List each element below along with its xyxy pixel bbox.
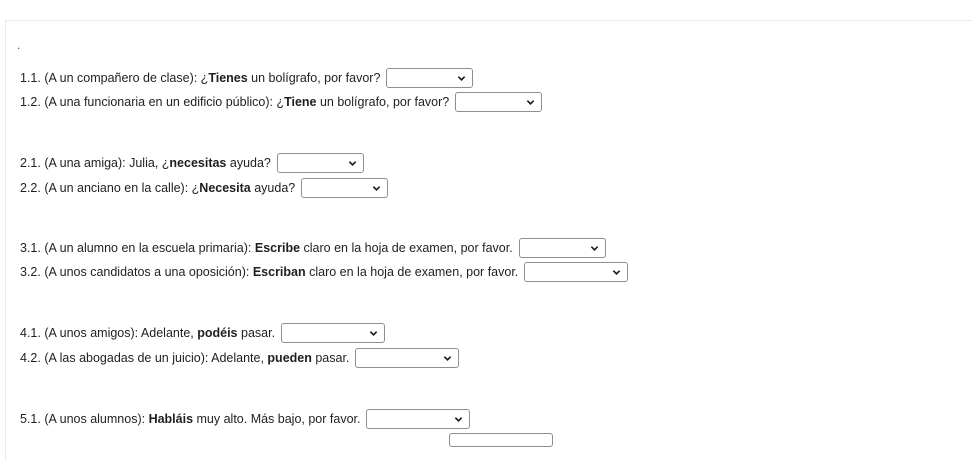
answer-select-3-2[interactable] [524,262,629,282]
question-row-1-2: 1.2. (A una funcionaria en un edificio p… [20,91,543,113]
chevron-down-icon [590,246,598,251]
question-row-3-2: 3.2. (A unos candidatos a una oposición)… [20,261,629,283]
section-marker: . [17,38,21,52]
chevron-down-icon [455,417,463,422]
question-text: 4.2. (A las abogadas de un juicio): Adel… [20,351,350,365]
chevron-down-icon [369,331,378,336]
question-text: 3.2. (A unos candidatos a una oposición)… [20,265,519,279]
question-text: 2.1. (A una amiga): Julia, ¿necesitas ay… [20,156,271,170]
answer-select-4-2[interactable] [355,348,460,368]
answer-select-1-2[interactable] [455,92,543,112]
question-row-5-1: 5.1. (A unos alumnos): Habláis muy alto.… [20,408,471,430]
answer-select-5-1[interactable] [366,409,471,429]
question-text: 4.1. (A unos amigos): Adelante, podéis p… [20,326,276,340]
chevron-down-icon [458,76,466,81]
question-row-2-2: 2.2. (A un anciano en la calle): ¿Necesi… [20,177,389,199]
chevron-down-icon [372,186,381,191]
chevron-down-icon [613,270,621,275]
answer-select-2-2[interactable] [301,178,389,198]
answer-select-4-1[interactable] [281,323,386,343]
chevron-down-icon [348,161,357,166]
answer-select-3-1[interactable] [518,238,606,258]
question-row-2-1: 2.1. (A una amiga): Julia, ¿necesitas ay… [20,152,364,174]
answer-select-5-2[interactable] [449,433,553,447]
chevron-down-icon [527,100,535,105]
question-row-3-1: 3.1. (A un alumno en la escuela primaria… [20,237,606,259]
question-text: 2.2. (A un anciano en la calle): ¿Necesi… [20,181,296,195]
question-row-4-1: 4.1. (A unos amigos): Adelante, podéis p… [20,322,386,344]
answer-select-2-1[interactable] [276,153,364,173]
question-row-1-1: 1.1. (A un compañero de clase): ¿Tienes … [20,67,474,89]
question-text: 5.1. (A unos alumnos): Habláis muy alto.… [20,412,361,426]
answer-select-1-1[interactable] [386,68,474,88]
question-text: 3.1. (A un alumno en la escuela primaria… [20,241,513,255]
question-text: 1.1. (A un compañero de clase): ¿Tienes … [20,71,381,85]
chevron-down-icon [444,356,452,361]
question-text: 1.2. (A una funcionaria en un edificio p… [20,95,450,109]
question-row-4-2: 4.2. (A las abogadas de un juicio): Adel… [20,347,460,369]
